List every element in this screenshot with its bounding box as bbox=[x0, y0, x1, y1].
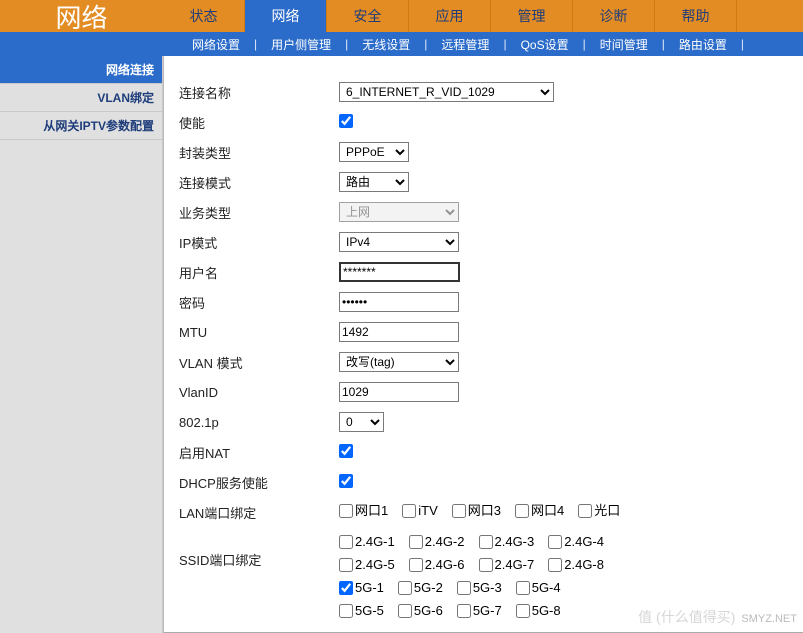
ssid24b-1[interactable]: 2.4G-6 bbox=[409, 555, 465, 575]
select-ip-mode[interactable]: IPv4 bbox=[339, 232, 459, 252]
label-ssid-bind: SSID端口绑定 bbox=[179, 532, 339, 569]
ssid5b-checkbox-0[interactable] bbox=[339, 604, 353, 618]
ssid5a-checkbox-1[interactable] bbox=[398, 581, 412, 595]
main-tab-4[interactable]: 管理 bbox=[491, 0, 573, 32]
lan-port-3[interactable]: 网口4 bbox=[515, 501, 564, 521]
main-tab-0[interactable]: 状态 bbox=[163, 0, 245, 32]
main-tab-3[interactable]: 应用 bbox=[409, 0, 491, 32]
input-password[interactable] bbox=[339, 292, 459, 312]
ssid24b-checkbox-2[interactable] bbox=[479, 558, 493, 572]
ssid5b-checkbox-1[interactable] bbox=[398, 604, 412, 618]
label-ip-mode: IP模式 bbox=[179, 233, 339, 252]
sub-tabs: 网络设置|用户侧管理|无线设置|远程管理|QoS设置|时间管理|路由设置| bbox=[0, 32, 803, 56]
label-dhcp: DHCP服务使能 bbox=[179, 473, 339, 492]
input-vlanid[interactable] bbox=[339, 382, 459, 402]
sub-tab-4[interactable]: QoS设置 bbox=[507, 36, 583, 53]
checkbox-enable[interactable] bbox=[339, 114, 353, 128]
label-enable: 使能 bbox=[179, 113, 339, 132]
lan-port-4[interactable]: 光口 bbox=[578, 501, 620, 521]
label-vlanid: VlanID bbox=[179, 385, 339, 400]
ssid5b-checkbox-2[interactable] bbox=[457, 604, 471, 618]
ssid5a-3[interactable]: 5G-4 bbox=[516, 578, 561, 598]
sidebar-item-2[interactable]: 从网关IPTV参数配置 bbox=[0, 112, 162, 140]
label-biz: 业务类型 bbox=[179, 203, 339, 222]
sub-tab-5[interactable]: 时间管理 bbox=[586, 36, 662, 53]
label-mtu: MTU bbox=[179, 325, 339, 340]
select-encap[interactable]: PPPoE bbox=[339, 142, 409, 162]
main-tab-6[interactable]: 帮助 bbox=[655, 0, 737, 32]
ssid24b-checkbox-0[interactable] bbox=[339, 558, 353, 572]
main-tab-2[interactable]: 安全 bbox=[327, 0, 409, 32]
label-conn-name: 连接名称 bbox=[179, 83, 339, 102]
ssid24b-0[interactable]: 2.4G-5 bbox=[339, 555, 395, 575]
main-tab-5[interactable]: 诊断 bbox=[573, 0, 655, 32]
lan-port-checkbox-0[interactable] bbox=[339, 504, 353, 518]
ssid24b-2[interactable]: 2.4G-7 bbox=[479, 555, 535, 575]
main-tabs: 状态网络安全应用管理诊断帮助 bbox=[163, 0, 803, 32]
ssid24a-0[interactable]: 2.4G-1 bbox=[339, 532, 395, 552]
sub-tab-6[interactable]: 路由设置 bbox=[665, 36, 741, 53]
checkbox-nat[interactable] bbox=[339, 444, 353, 458]
sidebar: 网络连接VLAN绑定从网关IPTV参数配置 bbox=[0, 56, 163, 633]
ssid24b-checkbox-1[interactable] bbox=[409, 558, 423, 572]
ssid5a-1[interactable]: 5G-2 bbox=[398, 578, 443, 598]
select-biz: 上网 bbox=[339, 202, 459, 222]
logo-area: 网络 bbox=[0, 0, 163, 32]
ssid5b-3[interactable]: 5G-8 bbox=[516, 601, 561, 621]
ssid24a-3[interactable]: 2.4G-4 bbox=[548, 532, 604, 552]
sub-tab-2[interactable]: 无线设置 bbox=[348, 36, 424, 53]
lan-port-checkbox-4[interactable] bbox=[578, 504, 592, 518]
content-panel: 连接名称 6_INTERNET_R_VID_1029 使能 封装类型 PPPoE… bbox=[163, 56, 803, 633]
lan-port-checkbox-2[interactable] bbox=[452, 504, 466, 518]
lan-port-checkbox-1[interactable] bbox=[402, 504, 416, 518]
input-mtu[interactable] bbox=[339, 322, 459, 342]
label-password: 密码 bbox=[179, 293, 339, 312]
ssid24a-checkbox-2[interactable] bbox=[479, 535, 493, 549]
select-conn-name[interactable]: 6_INTERNET_R_VID_1029 bbox=[339, 82, 554, 102]
label-encap: 封装类型 bbox=[179, 143, 339, 162]
sub-tab-0[interactable]: 网络设置 bbox=[178, 36, 254, 53]
header: 网络 状态网络安全应用管理诊断帮助 bbox=[0, 0, 803, 32]
ssid5b-0[interactable]: 5G-5 bbox=[339, 601, 384, 621]
sidebar-item-1[interactable]: VLAN绑定 bbox=[0, 84, 162, 112]
ssid5a-checkbox-0[interactable] bbox=[339, 581, 353, 595]
lan-port-checkbox-3[interactable] bbox=[515, 504, 529, 518]
ssid24a-2[interactable]: 2.4G-3 bbox=[479, 532, 535, 552]
label-vlan-mode: VLAN 模式 bbox=[179, 353, 339, 372]
ssid5a-checkbox-2[interactable] bbox=[457, 581, 471, 595]
body-area: 网络连接VLAN绑定从网关IPTV参数配置 连接名称 6_INTERNET_R_… bbox=[0, 56, 803, 633]
checkbox-dhcp[interactable] bbox=[339, 474, 353, 488]
lan-port-0[interactable]: 网口1 bbox=[339, 501, 388, 521]
ssid24a-checkbox-1[interactable] bbox=[409, 535, 423, 549]
label-conn-mode: 连接模式 bbox=[179, 173, 339, 192]
label-username: 用户名 bbox=[179, 263, 339, 282]
sidebar-item-0[interactable]: 网络连接 bbox=[0, 56, 162, 84]
ssid24a-1[interactable]: 2.4G-2 bbox=[409, 532, 465, 552]
main-tab-1[interactable]: 网络 bbox=[245, 0, 327, 32]
ssid5b-checkbox-3[interactable] bbox=[516, 604, 530, 618]
select-vlan-mode[interactable]: 改写(tag) bbox=[339, 352, 459, 372]
label-lan-bind: LAN端口绑定 bbox=[179, 503, 339, 522]
lan-ports-group: 网口1 iTV 网口3 网口4 光口 bbox=[339, 501, 788, 524]
select-8021p[interactable]: 0 bbox=[339, 412, 384, 432]
ssid24b-checkbox-3[interactable] bbox=[548, 558, 562, 572]
input-username[interactable] bbox=[339, 262, 460, 282]
sub-tab-3[interactable]: 远程管理 bbox=[427, 36, 503, 53]
ssid5b-1[interactable]: 5G-6 bbox=[398, 601, 443, 621]
select-conn-mode[interactable]: 路由 bbox=[339, 172, 409, 192]
sub-tab-1[interactable]: 用户侧管理 bbox=[257, 36, 345, 53]
ssid5a-0[interactable]: 5G-1 bbox=[339, 578, 384, 598]
lan-port-2[interactable]: 网口3 bbox=[452, 501, 501, 521]
ssid5a-2[interactable]: 5G-3 bbox=[457, 578, 502, 598]
ssid24a-checkbox-0[interactable] bbox=[339, 535, 353, 549]
logo-text: 网络 bbox=[55, 0, 107, 35]
ssid-ports-group: 2.4G-1 2.4G-2 2.4G-3 2.4G-4 2.4G-5 2.4G-6 2.4G… bbox=[339, 532, 788, 624]
ssid5a-checkbox-3[interactable] bbox=[516, 581, 530, 595]
ssid5b-2[interactable]: 5G-7 bbox=[457, 601, 502, 621]
lan-port-1[interactable]: iTV bbox=[402, 501, 438, 521]
ssid24b-3[interactable]: 2.4G-8 bbox=[548, 555, 604, 575]
label-8021p: 802.1p bbox=[179, 415, 339, 430]
ssid24a-checkbox-3[interactable] bbox=[548, 535, 562, 549]
label-nat: 启用NAT bbox=[179, 443, 339, 462]
